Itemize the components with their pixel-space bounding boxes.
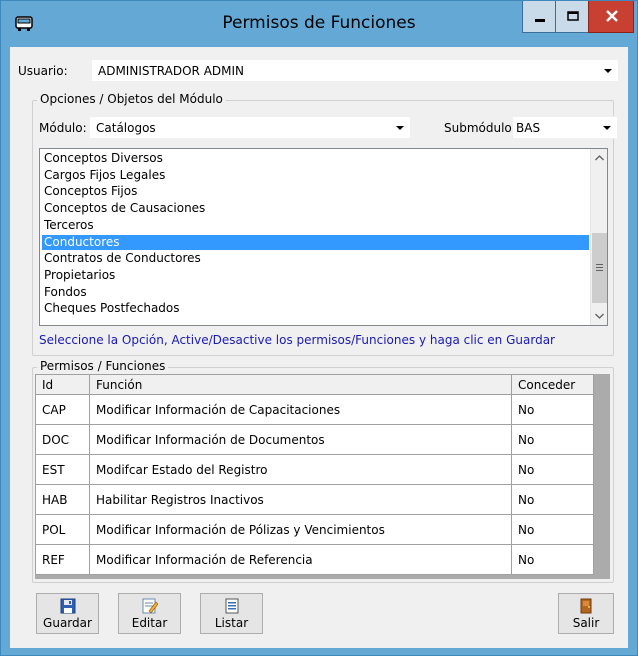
close-button[interactable] [588,1,634,33]
usuario-label: Usuario: [18,64,68,78]
list-item[interactable]: Conceptos Fijos [42,184,589,199]
maximize-icon [567,11,579,21]
minimize-icon [535,19,545,22]
editar-button[interactable]: Editar [118,593,181,634]
list-item[interactable]: Conceptos de Causaciones [42,201,589,216]
listar-button[interactable]: Listar [200,593,263,634]
submodulo-value: BAS [516,121,541,135]
table-row[interactable]: POL Modificar Información de Pólizas y Ve… [35,514,594,545]
guardar-button[interactable]: Guardar [36,593,99,634]
cell-conceder[interactable]: No [511,484,594,515]
maximize-button[interactable] [555,1,589,33]
window-client: Usuario: ADMINISTRADOR ADMIN Opciones / … [10,47,628,648]
cell-conceder[interactable]: No [511,514,594,545]
table-row[interactable]: REF Modificar Información de Referencia No [35,544,594,575]
list-item[interactable]: Contratos de Conductores [42,251,589,266]
opciones-listbox[interactable]: Conceptos Diversos Cargos Fijos Legales Co… [39,148,608,326]
list-item[interactable]: Terceros [42,218,589,233]
cell-id: POL [35,514,90,545]
modulo-label: Módulo: [39,121,87,135]
permisos-grid[interactable]: Id Función Conceder CAP Modificar Informa… [35,374,610,579]
cell-funcion: Habilitar Registros Inactivos [89,484,512,515]
submodulo-combo[interactable]: BAS [512,116,618,139]
title-bar[interactable]: Permisos de Funciones [1,1,637,47]
salir-button[interactable]: Salir [558,593,614,634]
permisos-window: Permisos de Funciones Usuario: ADMINISTR… [0,0,638,656]
scrollbar-thumb[interactable] [592,233,607,303]
grid-header-row: Id Función Conceder [35,374,594,395]
table-row[interactable]: HAB Habilitar Registros Inactivos No [35,484,594,515]
list-item[interactable]: Fondos [42,285,589,300]
close-icon [606,10,618,22]
list-item[interactable]: Conductores [42,234,589,250]
submodulo-label: Submódulo: [444,121,516,135]
cell-funcion: Modificar Información de Documentos [89,424,512,455]
usuario-combo[interactable]: ADMINISTRADOR ADMIN [91,59,619,82]
table-row[interactable]: CAP Modificar Información de Capacitacion… [35,394,594,425]
editar-label: Editar [131,616,168,630]
minimize-button[interactable] [522,1,556,33]
opciones-group-title: Opciones / Objetos del Módulo [37,92,226,106]
modulo-value: Catálogos [96,121,156,135]
exit-door-icon [580,598,592,614]
cell-id: REF [35,544,90,575]
list-item[interactable]: Conceptos Diversos [42,151,589,166]
cell-funcion: Modificar Información de Referencia [89,544,512,575]
cell-conceder[interactable]: No [511,454,594,485]
permisos-group-title: Permisos / Funciones [37,359,169,373]
cell-id: CAP [35,394,90,425]
cell-funcion: Modificar Información de Capacitaciones [89,394,512,425]
listbox-scrollbar[interactable] [590,149,607,325]
list-item[interactable]: Cargos Fijos Legales [42,168,589,183]
list-document-icon [225,598,238,614]
chevron-up-icon [595,155,604,161]
floppy-disk-icon [60,598,75,614]
edit-icon [142,598,158,614]
cell-id: HAB [35,484,90,515]
cell-conceder[interactable]: No [511,544,594,575]
list-item[interactable]: Propietarios [42,268,589,283]
usuario-value: ADMINISTRADOR ADMIN [98,64,245,78]
column-header-funcion[interactable]: Función [89,374,512,395]
chevron-down-icon [603,126,611,130]
cell-conceder[interactable]: No [511,424,594,455]
chevron-down-icon [595,313,604,319]
table-row[interactable]: DOC Modificar Información de Documentos No [35,424,594,455]
cell-id: DOC [35,424,90,455]
salir-label: Salir [572,616,600,630]
instruction-text: Seleccione la Opción, Active/Desactive l… [39,333,555,347]
column-header-id[interactable]: Id [35,374,90,395]
column-header-conceder[interactable]: Conceder [511,374,594,395]
chevron-down-icon [604,69,612,73]
cell-id: EST [35,454,90,485]
guardar-label: Guardar [43,616,92,630]
table-row[interactable]: EST Modifcar Estado del Registro No [35,454,594,485]
cell-funcion: Modificar Información de Pólizas y Venci… [89,514,512,545]
listar-label: Listar [214,616,249,630]
chevron-down-icon [396,126,404,130]
modulo-combo[interactable]: Catálogos [89,116,411,139]
cell-conceder[interactable]: No [511,394,594,425]
list-item[interactable]: Cheques Postfechados [42,301,589,316]
cell-funcion: Modifcar Estado del Registro [89,454,512,485]
